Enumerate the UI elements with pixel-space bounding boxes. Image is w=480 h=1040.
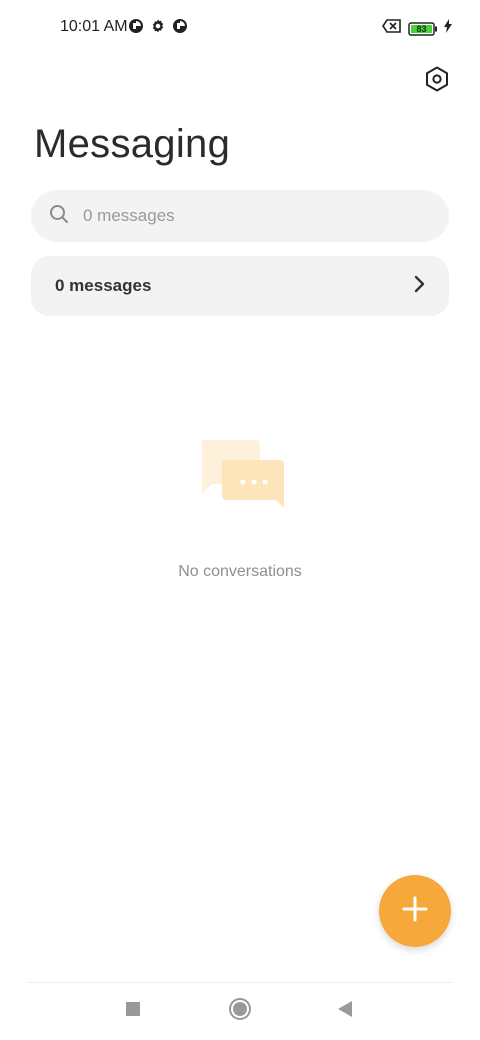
no-sim-icon xyxy=(382,18,402,39)
new-conversation-button[interactable] xyxy=(379,875,451,947)
messages-row-label: 0 messages xyxy=(55,276,152,295)
data-saver-icon xyxy=(128,18,144,39)
settings-gear-icon xyxy=(150,18,166,39)
status-time: 10:01 AM xyxy=(60,18,128,35)
plus-icon xyxy=(401,895,429,928)
page-title: Messaging xyxy=(34,122,231,166)
settings-button[interactable] xyxy=(422,66,452,96)
empty-state-text: No conversations xyxy=(178,563,302,580)
battery-level: 83 xyxy=(416,23,427,34)
settings-hex-icon xyxy=(425,66,449,97)
recents-button[interactable] xyxy=(118,996,148,1026)
status-icons-right: 83 xyxy=(382,18,452,39)
charging-bolt-icon xyxy=(444,19,452,38)
recents-square-icon xyxy=(125,1001,141,1022)
chat-bubbles-icon xyxy=(196,438,286,516)
search-icon xyxy=(49,204,69,229)
search-bar[interactable] xyxy=(31,190,449,242)
search-input[interactable] xyxy=(81,205,405,227)
battery-icon: 83 xyxy=(408,21,438,36)
back-triangle-icon xyxy=(337,1000,353,1023)
chevron-right-icon xyxy=(413,275,425,298)
navbar-divider xyxy=(28,982,452,983)
back-button[interactable] xyxy=(330,996,360,1026)
data-saver-icon xyxy=(172,18,188,39)
home-circle-icon xyxy=(228,997,252,1026)
messages-row[interactable]: 0 messages xyxy=(31,256,449,316)
status-bar: 10:01 AM 83 xyxy=(0,0,480,56)
home-button[interactable] xyxy=(225,996,255,1026)
status-icons-left xyxy=(128,18,188,39)
